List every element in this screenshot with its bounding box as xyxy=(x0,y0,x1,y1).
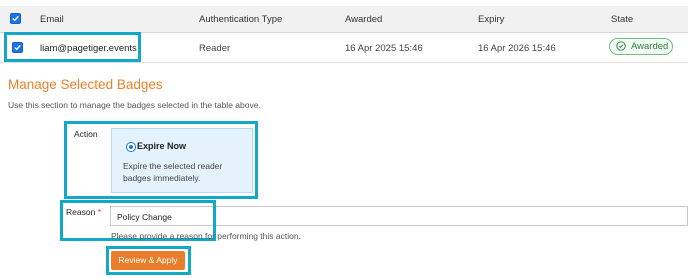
reason-help-text: Please provide a reason for performing t… xyxy=(111,231,301,241)
column-header-authentication-type[interactable]: Authentication Type xyxy=(199,14,282,25)
check-circle-icon xyxy=(616,41,626,51)
table-header: Email Authentication Type Awarded Expiry… xyxy=(0,6,688,33)
row-expiry-date: 16 Apr 2026 15:46 xyxy=(478,43,556,54)
status-badge: Awarded xyxy=(609,38,673,55)
column-header-awarded[interactable]: Awarded xyxy=(345,14,382,25)
highlight-action xyxy=(64,121,258,199)
row-authentication-type: Reader xyxy=(199,43,231,54)
checkbox-checked-icon xyxy=(12,15,19,22)
column-header-state[interactable]: State xyxy=(611,14,633,25)
row-awarded-date: 16 Apr 2025 15:46 xyxy=(345,43,423,54)
section-title: Manage Selected Badges xyxy=(8,77,163,92)
highlight-submit xyxy=(106,246,191,275)
highlight-row-selection xyxy=(4,32,141,62)
status-badge-label: Awarded xyxy=(631,41,669,52)
column-header-expiry[interactable]: Expiry xyxy=(478,14,504,25)
column-header-email[interactable]: Email xyxy=(40,14,64,25)
select-all-checkbox[interactable] xyxy=(10,13,21,24)
section-description: Use this section to manage the badges se… xyxy=(8,100,261,110)
